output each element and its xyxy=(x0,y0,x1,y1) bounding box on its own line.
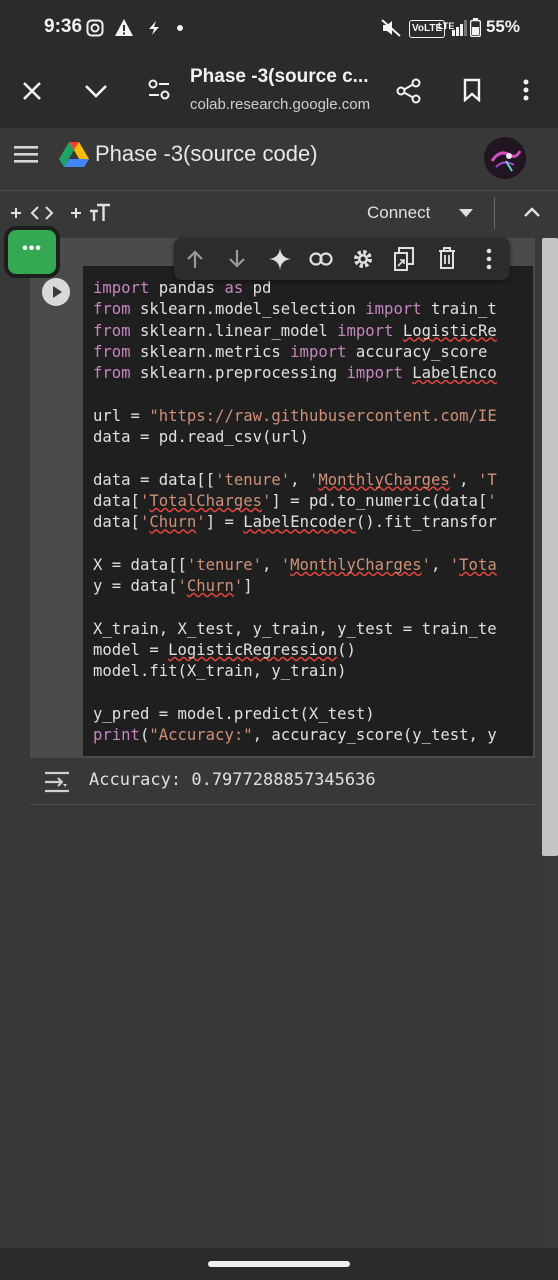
mirror-cell-icon[interactable] xyxy=(394,247,414,271)
warning-icon xyxy=(115,19,133,36)
avatar[interactable] xyxy=(484,137,526,179)
browser-tab-bar: Phase -3(source c... colab.research.goog… xyxy=(0,56,558,128)
avatar-image xyxy=(484,137,526,179)
mute-icon xyxy=(381,19,401,37)
home-gesture-bar[interactable] xyxy=(208,1261,350,1267)
tune-icon[interactable] xyxy=(148,78,170,102)
gear-icon[interactable] xyxy=(352,248,374,270)
scrollbar-thumb[interactable] xyxy=(542,238,558,856)
code-editor[interactable]: import pandas as pd from sklearn.model_s… xyxy=(83,266,533,756)
notebook-title[interactable]: Phase -3(source code) xyxy=(95,141,318,167)
chevron-down-icon[interactable] xyxy=(84,83,108,99)
menu-icon[interactable] xyxy=(14,145,38,163)
move-up-icon[interactable] xyxy=(186,249,204,269)
connect-dropdown-icon[interactable] xyxy=(459,209,473,218)
share-icon[interactable] xyxy=(396,78,422,104)
play-circle-icon xyxy=(53,286,62,298)
add-text-button[interactable] xyxy=(70,203,114,223)
move-down-icon[interactable] xyxy=(228,249,246,269)
add-code-icon xyxy=(11,206,54,220)
floating-menu-button[interactable]: ••• xyxy=(8,230,56,274)
run-cell-button[interactable] xyxy=(42,278,70,306)
status-time: 9:36 xyxy=(44,16,83,37)
add-text-icon xyxy=(71,203,110,221)
delete-icon[interactable] xyxy=(438,247,456,269)
output-actions-icon[interactable] xyxy=(43,770,71,794)
instagram-icon xyxy=(86,19,104,37)
more-vert-icon[interactable] xyxy=(522,78,530,102)
more-horiz-icon: ••• xyxy=(22,240,42,257)
battery-icon xyxy=(470,18,481,37)
connect-button[interactable]: Connect xyxy=(367,203,430,223)
toolbar-divider xyxy=(494,197,495,229)
flash-icon xyxy=(149,21,159,35)
cell-more-icon[interactable] xyxy=(485,248,493,270)
sparkle-icon[interactable] xyxy=(269,248,291,270)
page-title[interactable]: Phase -3(source c... xyxy=(190,66,368,88)
page-url[interactable]: colab.research.google.com xyxy=(190,96,370,113)
google-drive-icon xyxy=(59,142,89,167)
output-text: Accuracy: 0.7977288857345636 xyxy=(89,770,376,790)
add-code-button[interactable] xyxy=(10,203,56,223)
link-icon[interactable] xyxy=(309,251,333,267)
colab-header: Phase -3(source code) xyxy=(0,128,558,191)
cell-toolbar xyxy=(174,238,510,280)
status-bar: 9:36 VoLTE LTE 55% xyxy=(0,0,558,56)
signal-icon xyxy=(452,20,467,36)
collapse-header-icon[interactable] xyxy=(523,206,541,218)
code-text[interactable]: import pandas as pd from sklearn.model_s… xyxy=(93,278,497,747)
battery-percent: 55% xyxy=(485,17,520,36)
notebook-toolbar: Connect xyxy=(0,191,558,237)
close-icon[interactable] xyxy=(22,81,42,101)
notification-dot xyxy=(177,25,183,31)
bookmark-icon[interactable] xyxy=(462,78,482,102)
